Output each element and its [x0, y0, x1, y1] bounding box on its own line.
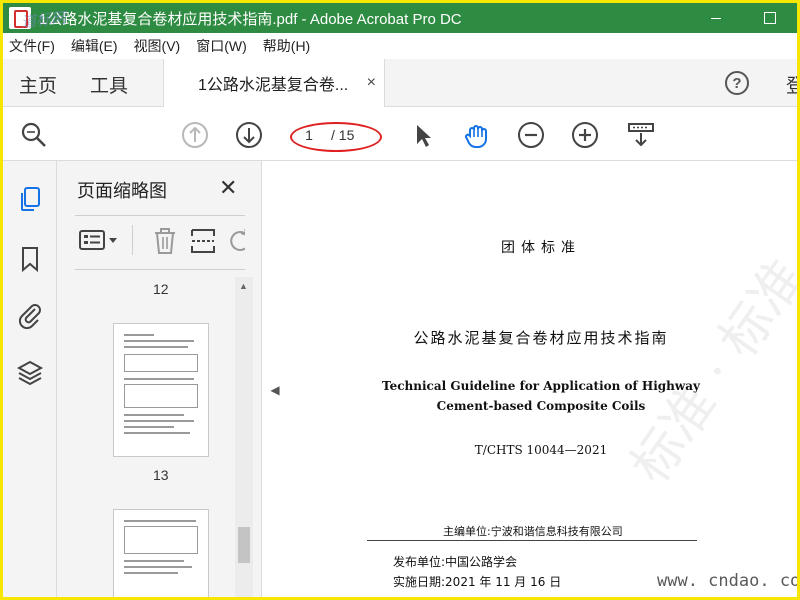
more-tools-icon[interactable]: [627, 121, 655, 149]
scrollbar-thumb[interactable]: [238, 527, 250, 563]
tab-bar: 主页 工具 1公路水泥基复合卷... × ? 登: [3, 59, 797, 107]
thumbnail-page-13[interactable]: [113, 323, 209, 457]
menu-bar: 文件(F) 编辑(E) 视图(V) 窗口(W) 帮助(H): [3, 33, 797, 59]
thumbnails-title: 页面缩略图: [77, 181, 167, 201]
menu-edit[interactable]: 编辑(E): [71, 36, 118, 56]
doc-group-standard: 团体标准: [501, 240, 581, 256]
page-down-icon[interactable]: [235, 121, 263, 149]
background-watermark: 标准 · 标准: [619, 248, 797, 495]
thumbnail-label-12: 12: [153, 281, 169, 297]
doc-title-en-line1: Technical Guideline for Application of H…: [382, 379, 700, 393]
thumbnails-toolbar: [75, 223, 245, 259]
close-panel-icon[interactable]: ✕: [219, 175, 237, 201]
extract-page-icon[interactable]: [189, 227, 217, 260]
search-icon[interactable]: [20, 121, 48, 149]
sign-in-link[interactable]: 登: [786, 71, 797, 98]
window-title: 1公路水泥基复合卷材应用技术指南.pdf - Adobe Acrobat Pro…: [39, 10, 462, 28]
tab-document[interactable]: 1公路水泥基复合卷... ×: [163, 59, 385, 107]
left-rail: [3, 161, 57, 597]
maximize-button[interactable]: [743, 3, 797, 33]
page-number-highlight: [290, 122, 382, 152]
thumbnails-scrollbar[interactable]: ▲: [235, 277, 253, 597]
title-bar: 1公路水泥基复合卷材应用技术指南.pdf - Adobe Acrobat Pro…: [3, 3, 797, 33]
doc-title-cn: 公路水泥基复合卷材应用技术指南: [413, 329, 669, 347]
tab-home[interactable]: 主页: [19, 71, 57, 98]
doc-publisher: 发布单位:中国公路学会: [393, 555, 518, 569]
thumbnails-panel: 页面缩略图 ✕ 12 13 ▲: [57, 161, 262, 597]
tab-document-label: 1公路水泥基复合卷...: [198, 77, 349, 94]
tab-tools[interactable]: 工具: [90, 71, 128, 98]
thumbnail-page-14[interactable]: [113, 509, 209, 597]
divider: [132, 225, 133, 255]
attachment-icon[interactable]: [16, 301, 44, 329]
page-up-icon[interactable]: [181, 121, 209, 149]
select-cursor-icon[interactable]: [409, 121, 437, 149]
hand-tool-icon[interactable]: [463, 121, 491, 149]
menu-window[interactable]: 窗口(W): [196, 36, 247, 56]
divider: [75, 269, 245, 270]
zoom-in-icon[interactable]: [571, 121, 599, 149]
delete-page-icon[interactable]: [151, 227, 179, 260]
zoom-out-icon[interactable]: [517, 121, 545, 149]
menu-file[interactable]: 文件(F): [9, 36, 55, 56]
help-icon[interactable]: ?: [725, 71, 749, 95]
doc-editor-unit: 主编单位:宁波和谐信息科技有限公司: [443, 525, 623, 538]
collapse-panel-icon[interactable]: ◀: [265, 375, 285, 405]
doc-effective-date: 实施日期:2021 年 11 月 16 日: [393, 575, 562, 589]
doc-title-en-line2: Cement-based Composite Coils: [436, 399, 646, 413]
close-tab-icon[interactable]: ×: [367, 74, 376, 92]
layers-icon[interactable]: [16, 359, 44, 387]
site-watermark: www. cndao. com: [657, 571, 797, 591]
app-window: 1公路水泥基复合卷材应用技术指南.pdf - Adobe Acrobat Pro…: [3, 3, 797, 597]
rotate-page-icon[interactable]: [227, 227, 245, 255]
scroll-up-icon[interactable]: ▲: [239, 281, 248, 291]
thumbnail-label-13: 13: [153, 467, 169, 483]
toolbar: 1 / 15: [3, 107, 797, 161]
menu-view[interactable]: 视图(V): [134, 36, 181, 56]
menu-help[interactable]: 帮助(H): [263, 36, 310, 56]
doc-standard-code: T/CHTS 10044—2021: [474, 443, 608, 457]
page-options-icon[interactable]: [79, 227, 123, 260]
doc-rule: [367, 540, 697, 541]
minimize-button[interactable]: [689, 3, 743, 33]
page-thumbnails-icon[interactable]: [16, 185, 44, 213]
divider: [75, 215, 245, 216]
bookmark-icon[interactable]: [16, 245, 44, 273]
window-controls: [689, 3, 797, 33]
document-view[interactable]: 标准 · 标准 团体标准 公路水泥基复合卷材应用技术指南 Technical G…: [285, 161, 797, 597]
